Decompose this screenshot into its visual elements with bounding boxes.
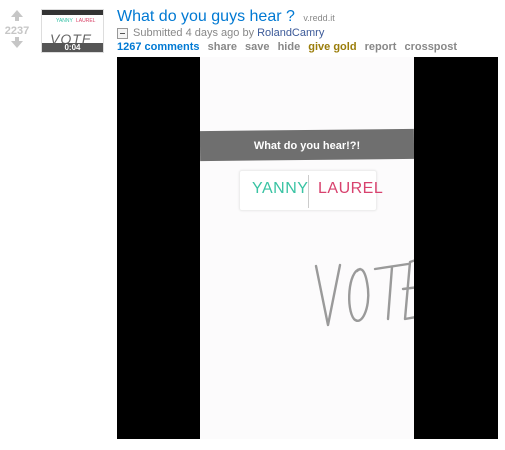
thumbnail-yanny: YANNY [56, 18, 73, 24]
post-title-link[interactable]: What do you guys hear ? [117, 8, 295, 25]
share-button[interactable]: share [208, 41, 237, 53]
handwritten-vote-scribble [314, 259, 414, 327]
post-thumbnail[interactable]: YANNY LAUREL VOTE 0:04 [41, 9, 104, 53]
post-score: 2237 [4, 25, 30, 37]
thumbnail-laurel: LAUREL [76, 18, 96, 24]
title-row: What do you guys hear ? v.redd.it [117, 8, 335, 26]
downvote-arrow-icon[interactable] [11, 37, 23, 48]
save-button[interactable]: save [245, 41, 269, 53]
thumbnail-duration: 0:04 [42, 43, 103, 52]
post-tagline: Submitted 4 days ago by RolandCamry [117, 27, 324, 39]
post-domain[interactable]: v.redd.it [303, 13, 334, 23]
vote-column: 2237 [4, 10, 30, 48]
post-action-buttons: 1267 comments share save hide give gold … [117, 41, 462, 53]
upvote-arrow-icon[interactable] [11, 10, 23, 21]
crosspost-button[interactable]: crosspost [404, 41, 457, 53]
video-player[interactable]: What do you hear!?! YANNY LAUREL [117, 57, 498, 439]
collapse-expando-button[interactable] [117, 27, 128, 39]
thumbnail-banner [42, 10, 103, 15]
post-author-link[interactable]: RolandCamry [257, 27, 324, 39]
video-frame: What do you hear!?! YANNY LAUREL [200, 57, 414, 439]
comments-link[interactable]: 1267 comments [117, 41, 200, 53]
give-gold-button[interactable]: give gold [308, 41, 356, 53]
submitted-text: Submitted 4 days ago by [133, 27, 255, 39]
hide-button[interactable]: hide [278, 41, 301, 53]
report-button[interactable]: report [365, 41, 397, 53]
